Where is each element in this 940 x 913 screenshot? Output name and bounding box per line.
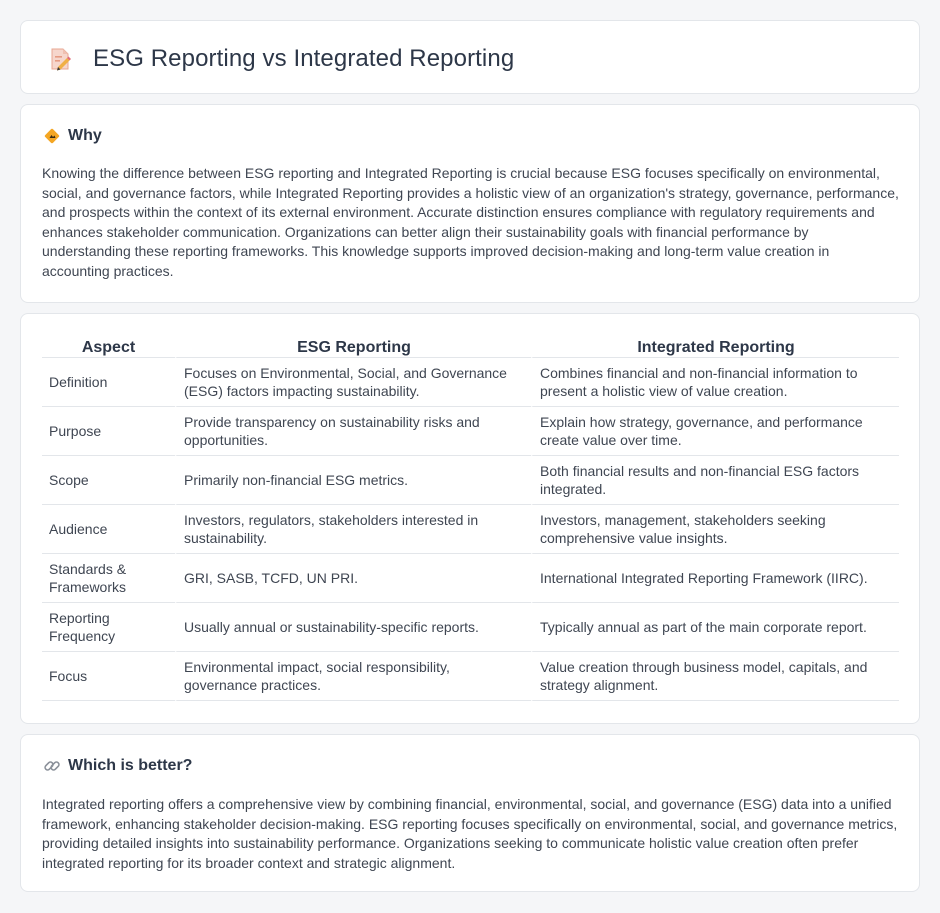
better-paragraph: Integrated reporting offers a comprehens… <box>42 796 898 871</box>
table-row: Standards & Frameworks GRI, SASB, TCFD, … <box>42 554 899 603</box>
warning-sign-icon <box>43 127 61 145</box>
table-row: Definition Focuses on Environmental, Soc… <box>42 358 899 407</box>
row-aspect: Standards & Frameworks <box>42 554 175 603</box>
row-aspect: Purpose <box>42 407 175 456</box>
table-header-row: Aspect ESG Reporting Integrated Reportin… <box>42 336 899 358</box>
why-heading-row: Why <box>43 127 102 145</box>
row-aspect: Scope <box>42 456 175 505</box>
table-row: Purpose Provide transparency on sustaina… <box>42 407 899 456</box>
why-paragraph: Knowing the difference between ESG repor… <box>42 165 899 279</box>
row-esg: Provide transparency on sustainability r… <box>175 407 531 456</box>
why-section: Why Knowing the difference between ESG r… <box>20 104 920 303</box>
better-heading-row: Which is better? <box>43 757 192 775</box>
header-integrated: Integrated Reporting <box>531 336 899 358</box>
header-aspect: Aspect <box>42 336 175 358</box>
comparison-table: Aspect ESG Reporting Integrated Reportin… <box>42 336 899 701</box>
comparison-section: Aspect ESG Reporting Integrated Reportin… <box>20 313 920 724</box>
row-esg: Usually annual or sustainability-specifi… <box>175 603 531 652</box>
row-integrated: Both financial results and non-financial… <box>531 456 899 505</box>
row-esg: GRI, SASB, TCFD, UN PRI. <box>175 554 531 603</box>
row-integrated: Combines financial and non-financial inf… <box>531 358 899 407</box>
table-row: Reporting Frequency Usually annual or su… <box>42 603 899 652</box>
title-row: ESG Reporting vs Integrated Reporting <box>47 45 514 73</box>
row-integrated: Value creation through business model, c… <box>531 652 899 701</box>
row-esg: Environmental impact, social responsibil… <box>175 652 531 701</box>
row-aspect: Definition <box>42 358 175 407</box>
row-aspect: Reporting Frequency <box>42 603 175 652</box>
row-esg: Primarily non-financial ESG metrics. <box>175 456 531 505</box>
row-esg: Focuses on Environmental, Social, and Go… <box>175 358 531 407</box>
table-row: Audience Investors, regulators, stakehol… <box>42 505 899 554</box>
row-aspect: Focus <box>42 652 175 701</box>
row-aspect: Audience <box>42 505 175 554</box>
page-title: ESG Reporting vs Integrated Reporting <box>93 45 515 72</box>
row-integrated: International Integrated Reporting Frame… <box>531 554 899 603</box>
header-esg: ESG Reporting <box>175 336 531 358</box>
table-row: Scope Primarily non-financial ESG metric… <box>42 456 899 505</box>
row-integrated: Explain how strategy, governance, and pe… <box>531 407 899 456</box>
row-integrated: Typically annual as part of the main cor… <box>531 603 899 652</box>
document-pencil-icon <box>47 46 73 72</box>
link-icon <box>43 757 61 775</box>
why-heading: Why <box>68 127 102 144</box>
better-heading: Which is better? <box>68 757 193 774</box>
which-is-better-section: Which is better? Integrated reporting of… <box>20 734 920 892</box>
row-esg: Investors, regulators, stakeholders inte… <box>175 505 531 554</box>
header-card: ESG Reporting vs Integrated Reporting <box>20 20 920 94</box>
row-integrated: Investors, management, stakeholders seek… <box>531 505 899 554</box>
table-row: Focus Environmental impact, social respo… <box>42 652 899 701</box>
